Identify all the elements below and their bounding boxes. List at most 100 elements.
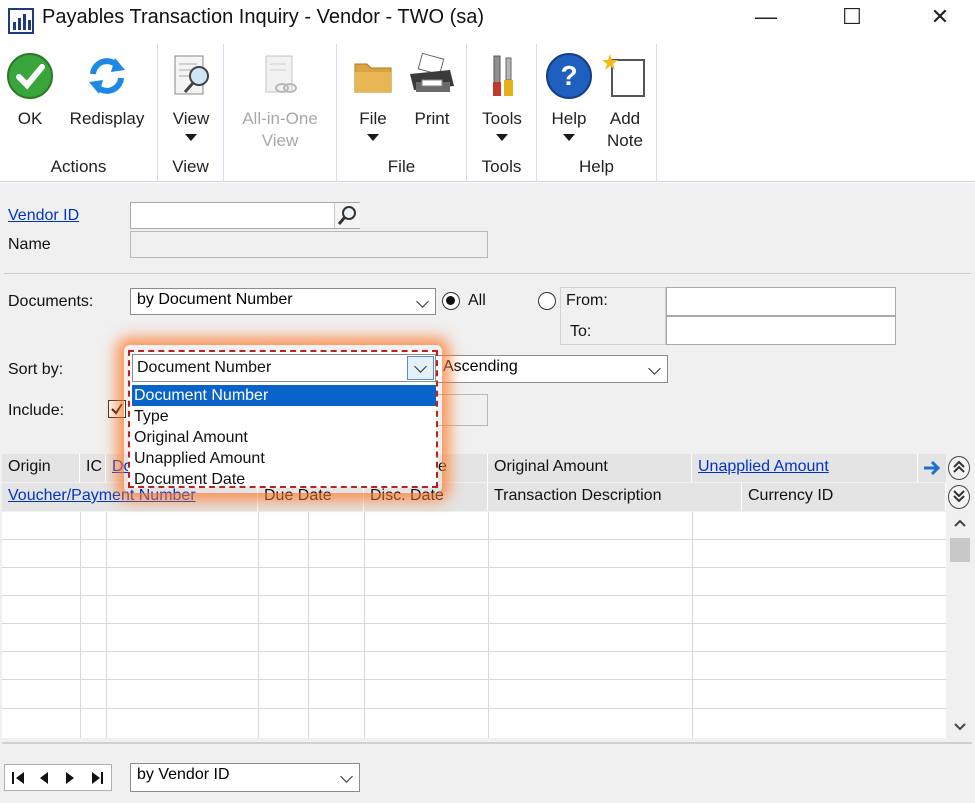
group-label-tools: Tools [481,157,522,176]
tools-label: Tools [482,109,522,128]
sort-by-dropdown[interactable]: Document Number Document Number Type Ori… [128,350,438,488]
scrollbar-thumb[interactable] [950,538,970,562]
help-label: Help [551,109,587,128]
print-label: Print [414,109,450,128]
all-in-one-label-1: All-in-One [242,109,318,128]
ribbon-group-file: File Print File [337,44,467,182]
view-icon [174,55,209,95]
include-label: Include: [8,402,65,419]
sort-by-label: Sort by: [8,361,64,378]
refresh-icon [89,58,125,94]
print-button[interactable]: Print [403,52,461,130]
grid-body[interactable] [2,512,946,738]
all-radio[interactable] [442,292,460,310]
group-label-actions: Actions [50,157,107,176]
check-icon [7,53,53,99]
tools-button[interactable]: Tools [473,52,531,141]
double-chevron-down-icon [953,490,965,503]
ribbon-group-tools: Tools Tools [467,44,537,182]
from-label-overlay: From: [566,292,608,309]
redisplay-label: Redisplay [69,109,145,128]
first-record-icon[interactable] [11,771,27,785]
vendor-id-link[interactable]: Vendor ID [8,207,79,225]
collapse-button[interactable] [948,456,970,480]
scroll-down-icon[interactable] [952,720,968,734]
sort-option-unapplied-amount[interactable]: Unapplied Amount [132,448,436,469]
ribbon-group-allinone: All-in-One View [224,44,337,182]
double-chevron-up-icon [953,460,965,473]
ok-button[interactable]: OK [2,52,58,130]
documents-label: Documents: [8,293,94,310]
to-label-overlay: To: [570,323,592,340]
vertical-scrollbar[interactable] [948,512,972,738]
sort-option-document-number[interactable]: Document Number [132,385,436,406]
ribbon-group-view: View View [158,44,224,182]
from-input[interactable] [666,287,896,316]
table-row [2,651,946,652]
help-button[interactable]: ? Help [543,52,595,141]
file-button[interactable]: File [347,52,399,141]
col-transaction-description: Transaction Description [488,483,742,511]
divider [4,273,971,274]
chevron-down-icon [367,134,379,141]
redisplay-button[interactable]: Redisplay [62,52,152,130]
ribbon-group-actions: OK Redisplay Actions [0,44,158,182]
all-in-one-view-button[interactable]: All-in-One View [230,52,330,152]
ribbon: OK Redisplay Actions View View All-in-On… [0,44,975,182]
sort-by-value: Document Number [137,359,272,376]
documents-select-value: by Document Number [137,291,293,308]
close-button[interactable]: ✕ [918,0,962,36]
previous-record-icon[interactable] [37,771,51,785]
documents-select[interactable]: by Document Number [130,288,436,315]
table-row [2,623,946,624]
last-record-icon[interactable] [89,771,105,785]
sort-option-type[interactable]: Type [132,406,436,427]
table-row [2,595,946,596]
all-label: All [468,292,486,309]
table-row [2,679,946,680]
maximize-button[interactable]: ☐ [830,0,874,36]
browse-by-select[interactable]: by Vendor ID [130,763,360,792]
name-field [130,231,488,258]
col-origin: Origin [2,454,80,482]
col-unapplied-amount[interactable]: Unapplied Amount [692,454,918,482]
minimize-button[interactable]: — [744,0,788,36]
next-record-icon[interactable] [63,771,77,785]
sort-option-original-amount[interactable]: Original Amount [132,427,436,448]
tools-icon [493,55,513,96]
table-row [2,708,946,709]
expand-button[interactable] [948,485,970,509]
all-in-one-label-2: View [261,131,299,150]
scroll-up-icon[interactable] [952,516,968,530]
window-title: Payables Transaction Inquiry - Vendor - … [42,6,485,28]
col-original-amount: Original Amount [488,454,692,482]
sort-option-document-date[interactable]: Document Date [132,469,436,486]
chevron-down-icon [414,360,427,373]
title-bar: Payables Transaction Inquiry - Vendor - … [0,0,975,44]
to-input[interactable] [666,316,896,345]
sort-order-value: Ascending [443,358,518,375]
chevron-down-icon [340,770,353,783]
name-label: Name [8,236,51,253]
printer-icon [410,52,454,92]
dropdown-toggle[interactable] [407,356,434,380]
folder-icon [354,63,392,93]
vendor-id-input[interactable] [130,202,360,229]
add-note-button[interactable]: Add Note [597,52,653,152]
note-icon [602,54,645,97]
from-radio[interactable] [538,292,556,310]
group-label-help: Help [579,157,614,176]
view-label: View [172,109,210,128]
vendor-lookup-button[interactable] [334,203,360,228]
svg-text:?: ? [560,60,577,91]
ok-label: OK [17,109,43,128]
chevron-down-icon [416,295,429,308]
view-button[interactable]: View [162,52,220,141]
file-label: File [359,109,387,128]
table-row [2,567,946,568]
chevron-down-icon [563,134,575,141]
sort-order-select[interactable]: Ascending [436,355,668,383]
sort-by-select[interactable]: Document Number [132,354,436,382]
arrow-right-icon[interactable] [922,459,942,477]
include-box [436,394,488,426]
